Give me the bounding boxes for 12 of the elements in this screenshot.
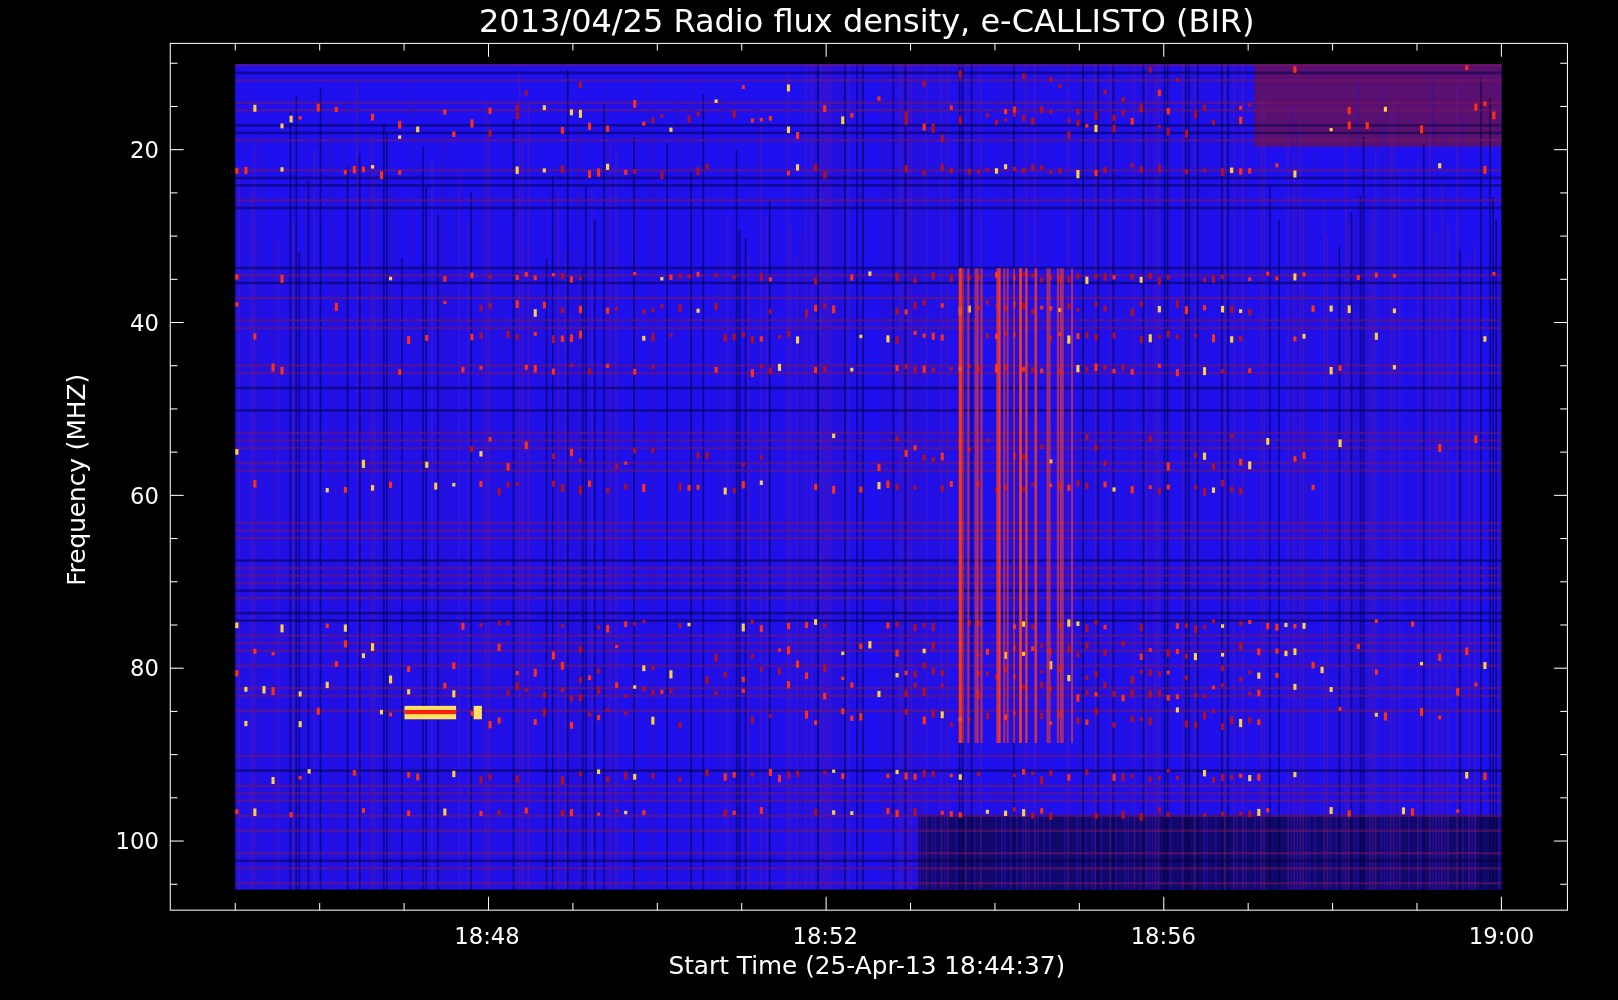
y-tick-label: 100	[115, 828, 159, 855]
x-axis-label: Start Time (25-Apr-13 18:44:37)	[668, 951, 1066, 981]
y-tick-label: 20	[130, 136, 159, 163]
y-axis-label: Frequency (MHZ)	[61, 373, 91, 586]
x-tick-label: 18:52	[792, 923, 858, 950]
x-tick-label: 19:00	[1468, 923, 1535, 950]
y-tick-label: 40	[130, 309, 159, 336]
x-tick-label: 18:56	[1130, 923, 1197, 950]
y-tick-label: 60	[130, 482, 159, 509]
chart-title: 2013/04/25 Radio flux density, e-CALLISTO (BIR)	[479, 2, 1255, 41]
x-tick-label: 18:48	[454, 923, 520, 950]
y-tick-label: 80	[130, 655, 159, 682]
